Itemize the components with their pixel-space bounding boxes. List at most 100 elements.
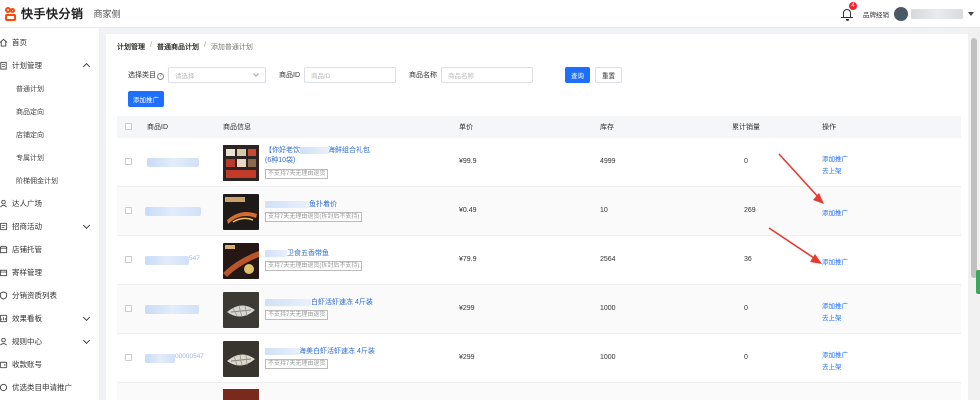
floating-side-tab[interactable] <box>976 270 980 294</box>
column-header-product-info: 商品信息 <box>223 124 251 131</box>
product-name-link[interactable]: 白虾活虾速冻 4斤装 <box>265 298 373 308</box>
reset-button[interactable]: 重置 <box>595 67 622 83</box>
price: ¥0.49 <box>459 207 477 214</box>
sidebar-subitem-normal-plan[interactable]: 普通计划 <box>0 77 99 100</box>
product-thumbnail[interactable] <box>223 243 259 279</box>
breadcrumb-separator: / <box>150 42 152 49</box>
product-name-suffix: 海鲜组合礼包 <box>328 147 370 154</box>
product-id-input[interactable]: 商品ID <box>304 67 396 83</box>
sidebar-item-performance-dashboard[interactable]: 效果看板 <box>0 307 99 330</box>
add-promotion-link[interactable]: 添加推广 <box>822 153 848 163</box>
chevron-down-icon[interactable] <box>968 12 974 16</box>
sidebar-subitem-store-targeting[interactable]: 店铺定向 <box>0 123 99 146</box>
sidebar-item-rules-center[interactable]: 规则中心 <box>0 330 99 353</box>
product-id-partial: 547 <box>189 255 200 262</box>
list-product-link[interactable]: 去上架 <box>822 361 842 371</box>
sidebar-item-label: 招商活动 <box>12 222 42 231</box>
kuaishou-logo-icon <box>4 6 18 21</box>
add-promotion-link[interactable]: 添加推广 <box>822 300 848 310</box>
page-scrollbar[interactable] <box>968 28 980 400</box>
product-name-suffix: 白虾活虾速冻 4斤装 <box>311 299 373 306</box>
chevron-down-icon <box>253 71 259 77</box>
row-checkbox[interactable] <box>125 305 132 312</box>
product-id-redacted <box>145 207 201 216</box>
add-promotion-button[interactable]: 添加推广 <box>128 91 164 107</box>
chart-icon <box>0 314 8 324</box>
product-id-partial: 00000547 <box>175 353 204 360</box>
breadcrumb-normal-plan[interactable]: 普通商品计划 <box>157 42 199 52</box>
sidebar-item-label: 计划管理 <box>12 61 42 70</box>
stock: 2564 <box>600 256 616 263</box>
chevron-up-icon <box>82 62 91 71</box>
sidebar-item-home[interactable]: 首页 <box>0 31 99 54</box>
list-product-link[interactable]: 去上架 <box>822 165 842 175</box>
stock: 10 <box>600 207 608 214</box>
return-policy-tag: 支持7天无理由退货(拆封后不支持) <box>265 261 363 271</box>
price: ¥299 <box>459 305 475 312</box>
row-checkbox[interactable] <box>125 354 132 361</box>
scrollbar-thumb[interactable] <box>971 38 977 278</box>
product-thumbnail[interactable] <box>223 194 259 230</box>
brand-logo[interactable]: 快手快分销 商家侧 <box>4 5 121 22</box>
account-role: 品牌经销 <box>863 12 889 19</box>
row-checkbox[interactable] <box>125 207 132 214</box>
avatar[interactable] <box>894 7 908 21</box>
sidebar-subitem-tiered-commission[interactable]: 阶梯佣金计划 <box>0 169 99 192</box>
redacted-text <box>265 200 309 208</box>
product-name-line2: (6种10袋) <box>265 157 296 164</box>
sidebar-subitem-product-targeting[interactable]: 商品定向 <box>0 100 99 123</box>
product-name-suffix: 卫食五香带鱼 <box>287 250 329 257</box>
category-select[interactable]: 请选择 <box>168 67 266 83</box>
product-name-suffix: 海美白虾活虾速冻 4斤装 <box>299 348 375 355</box>
return-policy-tag: 不支持7天无理由退货 <box>265 359 329 369</box>
row-checkbox[interactable] <box>125 256 132 263</box>
stock: 1000 <box>600 354 616 361</box>
product-name-link[interactable]: 海美白虾活虾速冻 4斤装 <box>265 347 375 357</box>
product-name-link[interactable]: 卫食五香带鱼 <box>265 249 329 259</box>
sidebar-item-label: 达人广场 <box>12 199 42 208</box>
sidebar-item-store-hosting[interactable]: 店铺托管 <box>0 238 99 261</box>
select-all-checkbox[interactable] <box>125 123 132 130</box>
sidebar-item-qualification-list[interactable]: 分销资质列表 <box>0 284 99 307</box>
sidebar-item-label: 优选类目申请推广 <box>12 383 72 392</box>
add-promotion-link[interactable]: 添加推广 <box>822 349 848 359</box>
query-button[interactable]: 查询 <box>565 67 590 83</box>
sidebar-item-plan-management[interactable]: 计划管理 <box>0 54 99 77</box>
notification-bell-icon[interactable]: 4 <box>841 2 857 21</box>
row-checkbox[interactable] <box>125 158 132 165</box>
product-thumbnail[interactable] <box>223 341 259 377</box>
table-header: 商品ID 商品信息 单价 库存 累计销量 操作 <box>117 116 961 138</box>
product-thumbnail[interactable] <box>223 145 259 181</box>
add-promotion-link[interactable]: 添加推广 <box>822 256 848 266</box>
breadcrumb-plan-management[interactable]: 计划管理 <box>117 42 145 52</box>
price: ¥79.9 <box>459 256 477 263</box>
home-icon <box>0 38 8 48</box>
product-thumbnail[interactable] <box>223 389 259 400</box>
product-name-link[interactable]: 鱼扑着价 <box>265 200 337 210</box>
product-name-link[interactable]: 【你好老饮 海鲜组合礼包 (6种10袋) <box>265 146 370 166</box>
list-product-link[interactable]: 去上架 <box>822 312 842 322</box>
total-sales: 0 <box>744 158 748 165</box>
sidebar-item-sample-management[interactable]: 寄样管理 <box>0 261 99 284</box>
product-id-label: 商品ID <box>279 72 300 79</box>
help-icon[interactable]: ? <box>157 73 164 80</box>
clipboard-icon <box>0 61 8 71</box>
product-name-input[interactable]: 商品名称 <box>441 67 533 83</box>
product-thumbnail[interactable] <box>223 292 259 328</box>
role-label: 商家侧 <box>93 9 121 19</box>
category-placeholder: 请选择 <box>175 73 195 80</box>
account-name-redacted <box>911 9 963 19</box>
stock: 1000 <box>600 305 616 312</box>
total-sales: 0 <box>744 354 748 361</box>
sidebar-item-payee-account[interactable]: 收款账号 <box>0 353 99 376</box>
sidebar-item-influencer-plaza[interactable]: 达人广场 <box>0 192 99 215</box>
sidebar-item-category-apply[interactable]: 优选类目申请推广 <box>0 376 99 399</box>
breadcrumb-current: 添加普通计划 <box>210 44 253 51</box>
product-table: 商品ID 商品信息 单价 库存 累计销量 操作 【你好老饮 海鲜组合礼包 (6种1… <box>117 116 961 400</box>
sidebar-item-merchant-events[interactable]: 招商活动 <box>0 215 99 238</box>
breadcrumb: 计划管理 / 普通商品计划 / 添加普通计划 <box>117 42 253 52</box>
sidebar-item-label: 效果看板 <box>12 314 42 323</box>
add-promotion-link[interactable]: 添加推广 <box>822 207 848 217</box>
sidebar-subitem-exclusive-plan[interactable]: 专属计划 <box>0 146 99 169</box>
return-policy-tag: 不支持7天无理由退货 <box>265 169 329 179</box>
